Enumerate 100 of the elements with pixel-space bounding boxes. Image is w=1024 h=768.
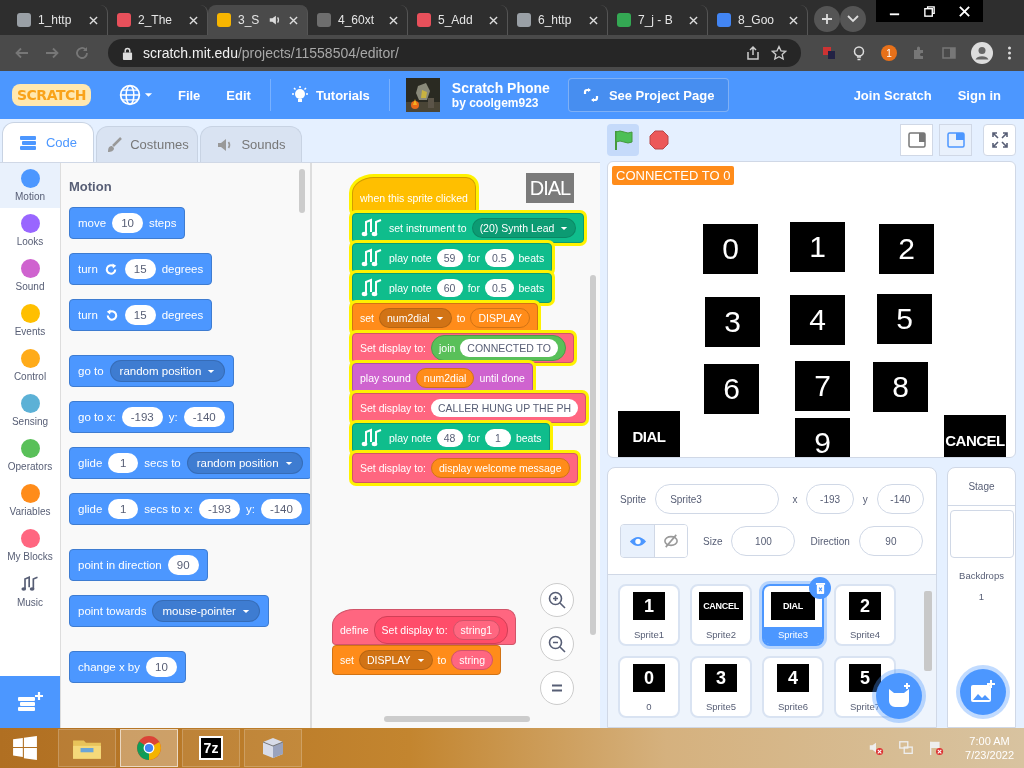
code-block[interactable]: Set display to: join CONNECTED TO [352,333,574,363]
block-input[interactable]: -193 [198,499,240,519]
sprite[interactable]: 1 [790,222,845,273]
scrollbar-thumb[interactable] [299,169,305,213]
code-block[interactable]: Set display to: CALLER HUNG UP THE PH [352,393,587,423]
sprite-tile[interactable]: 1 Sprite1 [618,584,680,646]
code-block[interactable]: turn 15 degrees [69,253,213,285]
block-dropdown[interactable]: (20) Synth Lead [471,218,577,238]
category-item[interactable]: Control [0,343,60,388]
forward-icon[interactable] [44,45,60,61]
code-block[interactable]: move 10 steps [69,207,186,239]
star-icon[interactable] [771,45,787,61]
sprite[interactable]: CANCEL [944,415,1006,457]
tab-search-button[interactable] [840,6,866,32]
flag-button[interactable] [607,124,639,157]
share-icon[interactable] [745,45,761,61]
small-stage-button[interactable] [900,124,933,157]
zoom-in-button[interactable] [540,583,574,617]
block-input[interactable]: -140 [183,407,225,427]
category-item[interactable]: Sensing [0,388,60,433]
block-input[interactable]: 60 [436,279,463,297]
block-input[interactable]: -140 [260,499,302,519]
lightbulb-icon[interactable] [851,45,867,61]
code-block[interactable]: play note 48 for 1 beats [352,423,550,453]
zoom-out-button[interactable] [540,627,574,661]
code-block[interactable]: point in direction 90 [69,549,208,581]
browser-tab[interactable]: 3_S [208,5,308,35]
sprite[interactable]: 5 [877,294,932,345]
category-item[interactable]: Events [0,298,60,343]
extension-icon[interactable] [821,45,837,61]
block-input[interactable]: 15 [124,259,156,279]
code-block[interactable]: glide 1 secs to random position [69,447,310,479]
block-input[interactable]: 10 [112,213,143,233]
code-block[interactable]: go to x: -193 y: -140 [69,401,234,433]
close-icon[interactable] [389,15,398,25]
hide-button[interactable] [654,525,687,557]
block-input[interactable]: CONNECTED TO [460,339,558,357]
editor-tab[interactable]: Sounds [200,126,302,162]
block-input[interactable]: 10 [146,657,177,677]
scrollbar-thumb[interactable] [384,716,530,722]
block-input[interactable]: 1 [108,499,139,519]
flag-icon[interactable] [928,740,945,756]
code-block[interactable]: go to random position [69,355,235,387]
block-input[interactable]: 1 [484,429,511,447]
taskbar-app[interactable] [58,729,116,767]
category-item[interactable]: My Blocks [0,523,60,568]
back-icon[interactable] [14,45,30,61]
sprite-tile[interactable]: 0 0 [618,656,680,718]
show-button[interactable] [621,525,654,557]
sprite-tile[interactable]: CANCEL Sprite2 [690,584,752,646]
block-dropdown[interactable]: mouse-pointer [152,600,260,622]
code-block[interactable]: change x by 10 [69,651,186,683]
profile-avatar[interactable] [971,42,993,64]
sprite[interactable]: DIAL [618,411,680,457]
code-block[interactable]: glide 1 secs to x: -193 y: -140 [69,493,310,525]
zoom-reset-button[interactable] [540,671,574,705]
muted-speaker-icon[interactable] [868,740,885,756]
block-input[interactable]: CALLER HUNG UP THE PH [430,399,579,417]
block-input[interactable]: 0.5 [484,279,514,297]
block-input[interactable]: 59 [436,249,463,267]
editor-tab[interactable]: Costumes [96,126,198,162]
code-block[interactable]: set instrument to (20) Synth Lead [352,213,585,243]
close-icon[interactable] [489,15,498,25]
code-block[interactable]: point towards mouse-pointer [69,595,269,627]
block-input[interactable]: -193 [121,407,163,427]
code-block[interactable]: turn 15 degrees [69,299,213,331]
block-input[interactable]: 1 [108,453,139,473]
sprite[interactable]: 7 [795,361,850,412]
backdrop-thumbnail[interactable] [949,510,1014,558]
block-input[interactable]: 48 [436,429,463,447]
sprite-tile[interactable]: 4 Sprite6 [762,656,824,718]
block-dropdown[interactable]: random position [109,360,226,382]
reporter-block[interactable]: join CONNECTED TO [430,335,566,361]
category-item[interactable]: Looks [0,208,60,253]
category-item[interactable]: Motion [0,163,60,208]
reload-icon[interactable] [74,45,90,61]
sprite[interactable]: 3 [705,297,760,348]
category-item[interactable]: Music [0,568,60,613]
sprite[interactable]: 2 [879,224,934,275]
scrollbar-thumb[interactable] [590,275,596,635]
restore-icon[interactable] [923,4,936,18]
close-icon[interactable] [289,15,298,25]
fullscreen-button[interactable] [983,124,1016,157]
taskbar-app[interactable]: 7z [182,729,240,767]
new-tab-button[interactable] [814,6,840,32]
choose-backdrop-button[interactable] [960,669,1006,715]
menu-icon[interactable] [1007,45,1012,61]
normal-stage-button[interactable] [939,124,972,157]
close-icon[interactable] [89,15,98,25]
sprite[interactable]: 9 [795,418,850,457]
taskbar-app[interactable] [120,729,178,767]
sprite[interactable]: 6 [704,364,759,415]
block-input[interactable]: 0.5 [484,249,514,267]
windows-logo-icon[interactable] [12,735,38,761]
close-icon[interactable] [789,15,798,25]
block-dropdown[interactable]: random position [186,452,303,474]
add-extension-button[interactable] [0,676,60,728]
block-input[interactable]: 90 [167,555,199,575]
taskbar-app[interactable] [244,729,302,767]
sprite-tile[interactable]: 3 Sprite5 [690,656,752,718]
